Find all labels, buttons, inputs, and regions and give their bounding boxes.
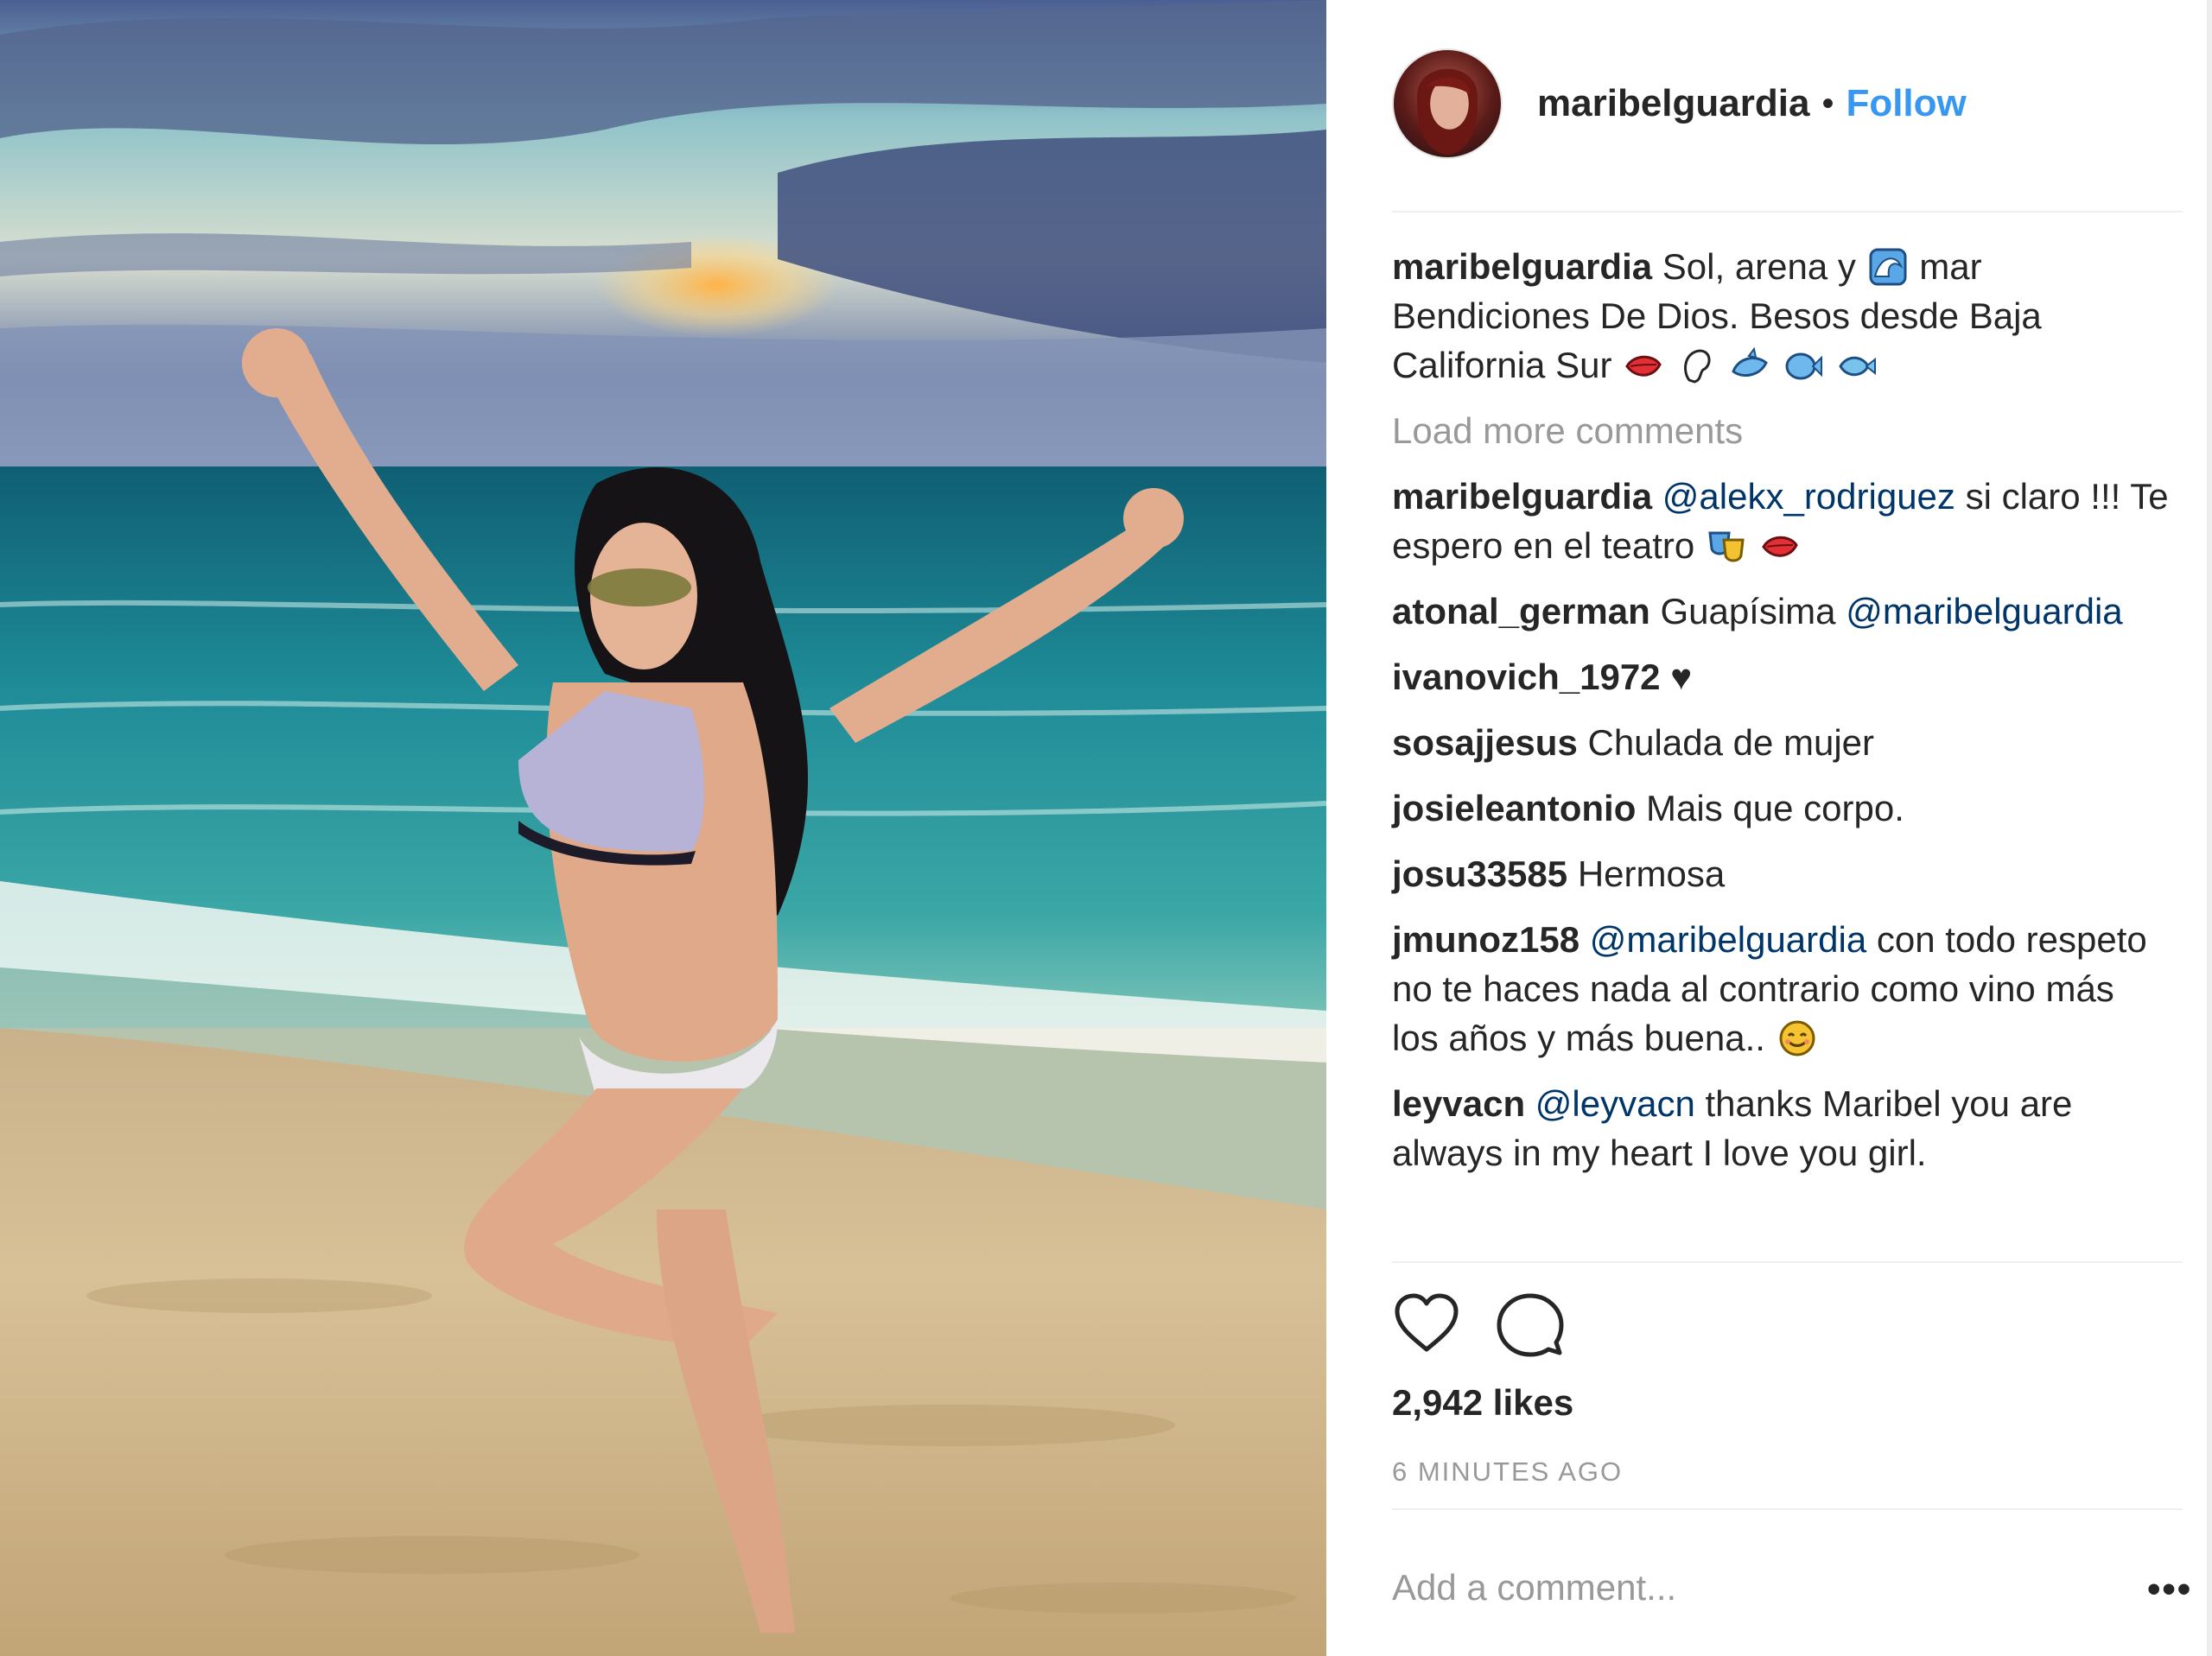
comment-username[interactable]: atonal_german — [1392, 591, 1650, 631]
load-more-comments-link[interactable]: Load more comments — [1392, 406, 2170, 455]
separator-dot: • — [1821, 84, 1834, 123]
comment-mention[interactable]: @leyvacn — [1535, 1083, 1695, 1124]
comment-text: Mais que corpo. — [1646, 788, 1904, 828]
comment-username[interactable]: josieleantonio — [1392, 788, 1636, 828]
follow-button[interactable]: Follow — [1846, 82, 1966, 125]
post-timestamp[interactable]: 6 MINUTES AGO — [1392, 1456, 1623, 1488]
beach-photo — [0, 0, 1326, 1656]
comment-username[interactable]: jmunoz158 — [1392, 919, 1580, 960]
avatar[interactable] — [1392, 48, 1503, 159]
more-options-ellipsis-icon[interactable]: ••• — [2147, 1568, 2192, 1611]
caption-username[interactable]: maribelguardia — [1392, 246, 1652, 287]
smiling-face-emoji-icon — [1777, 1018, 1817, 1058]
comment-text: Hermosa — [1577, 853, 1726, 894]
post-details-panel: maribelguardia • Follow maribelguardia S… — [1326, 0, 2212, 1656]
comment-username[interactable]: maribelguardia — [1392, 476, 1652, 517]
theater-masks-emoji-icon — [1707, 526, 1746, 566]
comment-item: sosajjesus Chulada de mujer — [1392, 718, 2170, 767]
lips-emoji-icon — [1624, 346, 1663, 385]
comments-list: maribelguardia Sol, arena y mar Bendicio… — [1392, 242, 2170, 1194]
comment-text: Chulada de mujer — [1587, 722, 1875, 763]
comment-username[interactable]: ivanovich_1972 — [1392, 657, 1661, 697]
header-username[interactable]: maribelguardia — [1537, 82, 1809, 125]
profile-avatar-icon — [1416, 68, 1478, 155]
comment-item: atonal_german Guapísima @maribelguardia — [1392, 587, 2170, 636]
comment-item: jmunoz158 @maribelguardia con todo respe… — [1392, 915, 2170, 1063]
dolphin-emoji-icon — [1730, 346, 1770, 385]
footer-divider — [1392, 1508, 2183, 1510]
comment-mention[interactable]: @maribelguardia — [1846, 591, 2122, 631]
wave-emoji-icon — [1868, 247, 1908, 287]
comments-divider — [1392, 1261, 2183, 1263]
post-photo[interactable] — [0, 0, 1326, 1656]
header-divider — [1392, 211, 2183, 213]
heart-emoji-icon: ♥ — [1670, 657, 1693, 697]
caption-text: Sol, arena y — [1662, 246, 1856, 287]
panel-edge — [2207, 0, 2212, 1656]
lips-emoji-icon-2 — [1760, 526, 1800, 566]
action-bar — [1392, 1291, 1565, 1360]
like-button[interactable] — [1392, 1291, 1461, 1360]
comment-username[interactable]: josu33585 — [1392, 853, 1567, 894]
caption: maribelguardia Sol, arena y mar Bendicio… — [1392, 242, 2170, 390]
fish-emoji-icon — [1783, 346, 1823, 385]
comment-item: leyvacn @leyvacn thanks Maribel you are … — [1392, 1079, 2170, 1177]
comment-item: josu33585 Hermosa — [1392, 849, 2170, 898]
ear-emoji-icon — [1677, 346, 1717, 385]
likes-count[interactable]: 2,942 likes — [1392, 1382, 1573, 1424]
comment-button[interactable] — [1496, 1291, 1565, 1360]
comment-username[interactable]: sosajjesus — [1392, 722, 1578, 763]
comment-item: ivanovich_1972 ♥ — [1392, 652, 2170, 701]
comment-text: Guapísima — [1660, 591, 1836, 631]
comment-mention[interactable]: @maribelguardia — [1590, 919, 1866, 960]
comment-username[interactable]: leyvacn — [1392, 1083, 1525, 1124]
comment-item: maribelguardia @alekx_rodriguez si claro… — [1392, 472, 2170, 570]
post-header: maribelguardia • Follow — [1392, 45, 2170, 162]
fish-2-emoji-icon — [1837, 346, 1877, 385]
add-comment-input[interactable] — [1392, 1562, 2101, 1614]
heart-icon — [1395, 1293, 1459, 1352]
comment-mention[interactable]: @alekx_rodriguez — [1662, 476, 1955, 517]
comment-item: josieleantonio Mais que corpo. — [1392, 784, 2170, 833]
comment-bubble-icon — [1497, 1293, 1564, 1357]
